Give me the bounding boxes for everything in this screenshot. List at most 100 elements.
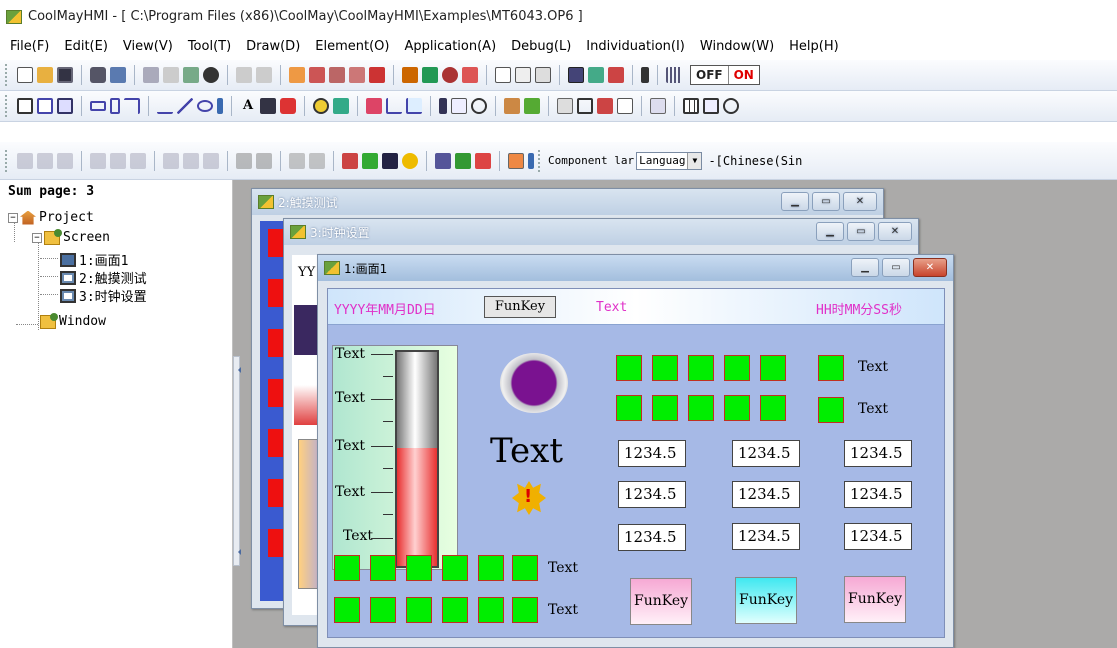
bit-indicator[interactable] bbox=[512, 555, 538, 581]
message-icon[interactable] bbox=[451, 98, 467, 114]
send-back-icon[interactable] bbox=[309, 152, 325, 169]
dots-grid-icon[interactable] bbox=[666, 67, 682, 83]
funkey-button-2[interactable]: FunKey bbox=[735, 577, 797, 624]
collapse-icon[interactable]: − bbox=[32, 232, 42, 243]
slider-icon[interactable] bbox=[439, 98, 447, 114]
bit-indicator[interactable] bbox=[818, 397, 844, 423]
bit-indicator[interactable] bbox=[512, 597, 538, 623]
tree-screen-3[interactable]: 3:时钟设置 bbox=[60, 286, 147, 305]
undo-icon[interactable] bbox=[236, 67, 252, 83]
align-bottom-icon[interactable] bbox=[130, 152, 146, 169]
line-icon[interactable] bbox=[177, 98, 193, 114]
menu-help[interactable]: Help(H) bbox=[789, 39, 839, 54]
bit-indicator[interactable] bbox=[616, 395, 642, 421]
level-icon[interactable] bbox=[455, 152, 471, 169]
rect-frame-icon[interactable] bbox=[37, 98, 53, 114]
picture-icon[interactable] bbox=[504, 98, 520, 114]
numeric-display[interactable]: 1234.5 bbox=[732, 440, 800, 467]
compile-icon[interactable] bbox=[402, 67, 418, 83]
numeric-display[interactable]: 1234.5 bbox=[732, 523, 800, 550]
bar-chart-icon[interactable] bbox=[366, 98, 382, 114]
numeric-display[interactable]: 1234.5 bbox=[618, 481, 686, 508]
indicator-icon[interactable] bbox=[313, 98, 329, 114]
window-props-icon[interactable] bbox=[329, 67, 345, 83]
numeric-display[interactable]: 1234.5 bbox=[844, 481, 912, 508]
bit-indicator[interactable] bbox=[478, 597, 504, 623]
new-file-icon[interactable] bbox=[17, 67, 33, 83]
xy-plot-icon[interactable] bbox=[406, 98, 422, 114]
bit-indicator[interactable] bbox=[760, 395, 786, 421]
lock-icon[interactable] bbox=[236, 152, 252, 169]
toolbar-grip[interactable] bbox=[5, 95, 9, 117]
tree-screen-folder[interactable]: − Screen bbox=[32, 228, 110, 245]
bit-indicator[interactable] bbox=[442, 597, 468, 623]
shield-icon[interactable] bbox=[475, 152, 491, 169]
time-icon[interactable] bbox=[723, 98, 739, 114]
hmi-canvas[interactable]: YYYY年MM月DD日 FunKey Text HH时MM分SS秒 Text T… bbox=[327, 288, 945, 638]
bit-indicator[interactable] bbox=[688, 395, 714, 421]
toolbar-grip[interactable] bbox=[5, 149, 9, 172]
bit-indicator[interactable] bbox=[370, 597, 396, 623]
menu-tool[interactable]: Tool(T) bbox=[188, 39, 231, 54]
tree-window-folder[interactable]: Window bbox=[40, 312, 106, 329]
alarm-icon[interactable]: ! bbox=[512, 481, 546, 515]
list-tool-icon[interactable] bbox=[382, 152, 398, 169]
on-label[interactable]: ON bbox=[727, 66, 759, 84]
window-3-titlebar[interactable]: 3:时钟设置 ▁ ▭ ✕ bbox=[284, 219, 918, 245]
funkey-top-button[interactable]: FunKey bbox=[484, 296, 556, 318]
menu-application[interactable]: Application(A) bbox=[404, 39, 496, 54]
clock-icon[interactable] bbox=[471, 98, 487, 114]
rectangle-icon[interactable] bbox=[17, 98, 33, 114]
toolbar-grip[interactable] bbox=[5, 64, 9, 86]
page-settings-icon[interactable] bbox=[515, 67, 531, 83]
bit-indicator[interactable] bbox=[688, 355, 714, 381]
date-icon[interactable] bbox=[703, 98, 719, 114]
bit-indicator[interactable] bbox=[406, 555, 432, 581]
funkey-button-1[interactable]: FunKey bbox=[630, 578, 692, 625]
switch-icon[interactable] bbox=[333, 98, 349, 114]
bit-indicator[interactable] bbox=[724, 395, 750, 421]
scale-icon[interactable] bbox=[157, 98, 173, 114]
numeric-display[interactable]: 1234.5 bbox=[618, 440, 686, 467]
screen-props-icon[interactable] bbox=[309, 67, 325, 83]
menu-individuation[interactable]: Individuation(I) bbox=[586, 39, 685, 54]
tree-screen-1[interactable]: 1:画面1 bbox=[60, 250, 128, 269]
warning-icon[interactable] bbox=[402, 152, 418, 169]
indicator-lamp[interactable] bbox=[500, 353, 568, 413]
minimize-button[interactable]: ▁ bbox=[781, 192, 809, 211]
window-2-titlebar[interactable]: 2:触摸测试 ▁ ▭ ✕ bbox=[252, 189, 883, 215]
paste-icon[interactable] bbox=[183, 67, 199, 83]
key-tool-icon[interactable] bbox=[362, 152, 378, 169]
minimize-button[interactable]: ▁ bbox=[851, 258, 879, 277]
numeric-display[interactable]: 1234.5 bbox=[732, 481, 800, 508]
time-display[interactable]: HH时MM分SS秒 bbox=[816, 299, 902, 318]
animation-icon[interactable] bbox=[524, 98, 540, 114]
same-width-icon[interactable] bbox=[163, 152, 179, 169]
maximize-button[interactable]: ▭ bbox=[882, 258, 910, 277]
bit-indicator[interactable] bbox=[652, 395, 678, 421]
grid-icon[interactable] bbox=[535, 67, 551, 83]
pane-splitter[interactable] bbox=[233, 356, 241, 566]
bit-lamp-icon[interactable] bbox=[280, 98, 296, 114]
component-icon[interactable] bbox=[289, 67, 305, 83]
offline-sim-icon[interactable] bbox=[462, 67, 478, 83]
copy-icon[interactable] bbox=[163, 67, 179, 83]
maximize-button[interactable]: ▭ bbox=[812, 192, 840, 211]
bit-indicator[interactable] bbox=[616, 355, 642, 381]
close-button[interactable]: ✕ bbox=[913, 258, 947, 277]
bit-indicator[interactable] bbox=[334, 555, 360, 581]
font-tool-icon[interactable] bbox=[342, 152, 358, 169]
bit-indicator[interactable] bbox=[652, 355, 678, 381]
scale-meter[interactable]: Text Text Text Text Text bbox=[332, 345, 458, 570]
hbar-icon[interactable] bbox=[90, 101, 106, 111]
number-tool-icon[interactable] bbox=[260, 98, 276, 114]
simulate-icon[interactable] bbox=[442, 67, 458, 83]
delete-screen-icon[interactable] bbox=[369, 67, 385, 83]
close-button[interactable]: ✕ bbox=[878, 222, 912, 241]
menu-file[interactable]: File(F) bbox=[10, 39, 49, 54]
trend-icon[interactable] bbox=[386, 98, 402, 114]
ab-tool-icon[interactable] bbox=[617, 98, 633, 114]
numeric-display[interactable]: 1234.5 bbox=[618, 524, 686, 551]
funkey-button-3[interactable]: FunKey bbox=[844, 576, 906, 623]
bit-indicator[interactable] bbox=[334, 597, 360, 623]
